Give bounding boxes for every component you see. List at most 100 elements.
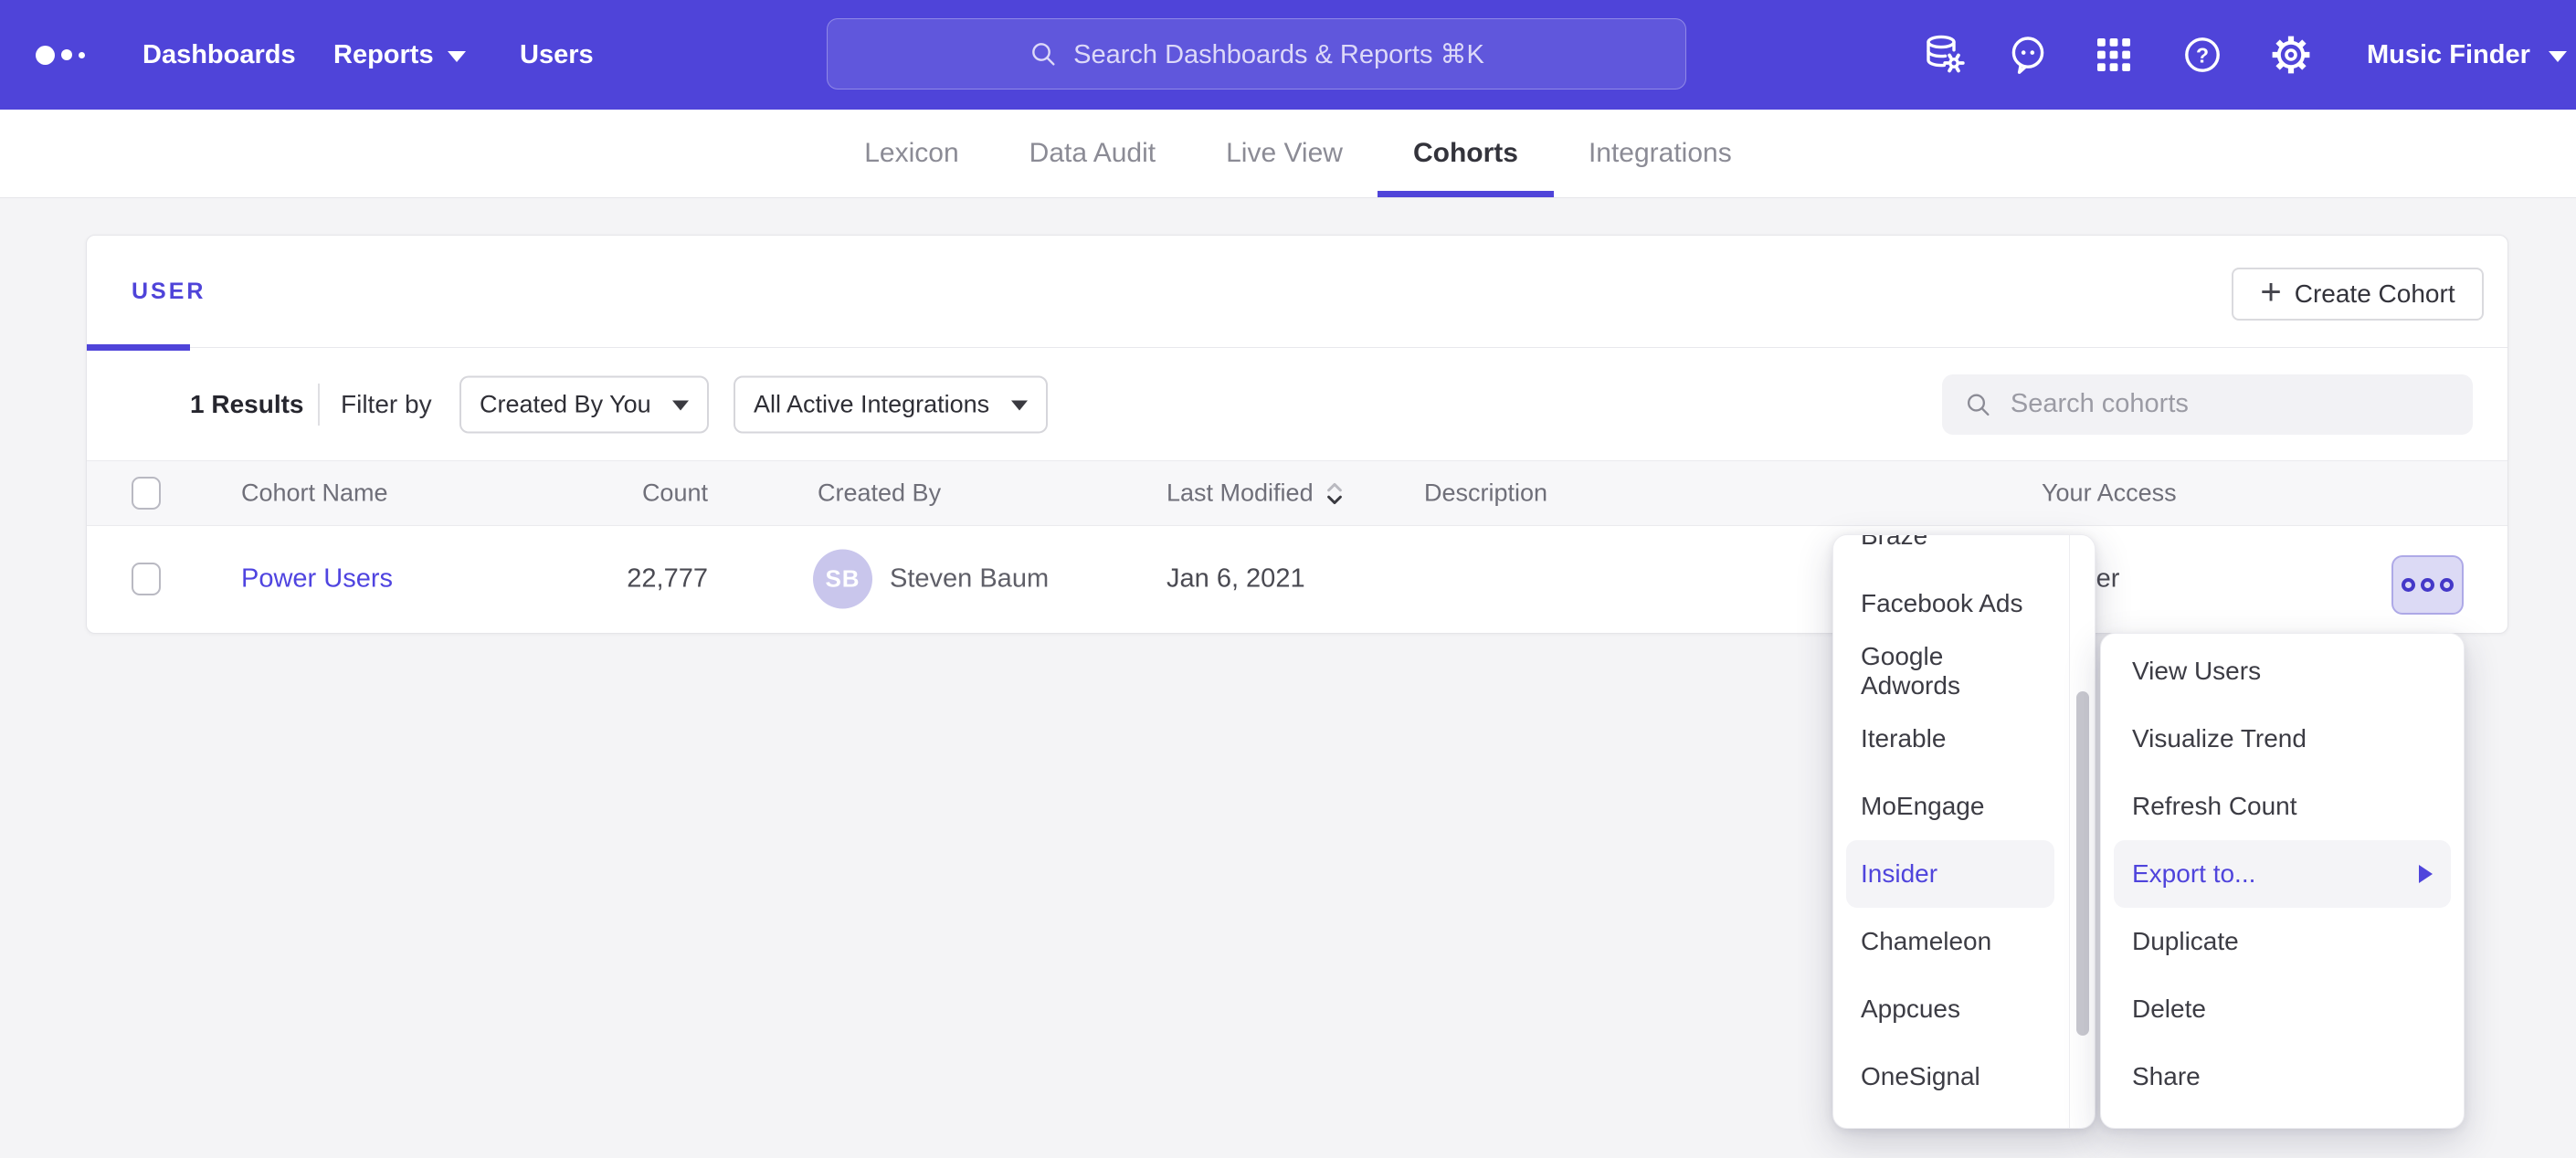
submenu-item-label: MoEngage bbox=[1861, 792, 1984, 821]
mixpanel-logo-icon[interactable] bbox=[36, 0, 85, 110]
search-cohorts-box bbox=[1942, 374, 2473, 435]
column-cohort-name: Cohort Name bbox=[241, 479, 388, 508]
cohort-row-power-users: Power Users 22,777 SB Steven Baum Jan 6,… bbox=[87, 526, 2507, 632]
tab-cohorts[interactable]: Cohorts bbox=[1413, 110, 1518, 197]
nav-dashboards-label: Dashboards bbox=[143, 40, 296, 70]
search-icon bbox=[1964, 389, 1992, 420]
chevron-down-icon bbox=[1011, 401, 1028, 411]
logo-dot-small bbox=[79, 52, 85, 58]
menu-item-share[interactable]: Share bbox=[2114, 1043, 2451, 1111]
submenu-item-moengage[interactable]: MoEngage bbox=[1846, 773, 2054, 840]
submenu-item-label: Google Adwords bbox=[1861, 642, 2040, 700]
submenu-item-insider[interactable]: Insider bbox=[1846, 840, 2054, 908]
global-search-bar[interactable]: Search Dashboards & Reports ⌘K bbox=[827, 18, 1686, 89]
menu-item-label: Delete bbox=[2132, 995, 2206, 1024]
export-destination-submenu: Braze Facebook Ads Google Adwords Iterab… bbox=[1832, 534, 2096, 1129]
creator-avatar: SB bbox=[813, 550, 872, 609]
cohort-type-tabs: USER + Create Cohort bbox=[87, 236, 2507, 348]
submenu-item-label: Insider bbox=[1861, 859, 1937, 889]
data-settings-icon[interactable] bbox=[1920, 31, 1968, 79]
nav-reports-label: Reports bbox=[333, 40, 434, 70]
column-last-modified[interactable]: Last Modified bbox=[1167, 479, 1345, 508]
menu-item-delete[interactable]: Delete bbox=[2114, 975, 2451, 1043]
tab-live-view[interactable]: Live View bbox=[1226, 110, 1343, 197]
integrations-filter-value: All Active Integrations bbox=[754, 390, 989, 418]
cohort-actions-menu: View Users Visualize Trend Refresh Count… bbox=[2100, 633, 2465, 1129]
menu-item-export-to[interactable]: Export to... bbox=[2114, 840, 2451, 908]
menu-item-label: View Users bbox=[2132, 657, 2261, 686]
search-icon bbox=[1029, 39, 1058, 68]
row-actions-button[interactable] bbox=[2391, 555, 2464, 615]
sort-icon bbox=[1325, 479, 1345, 507]
plus-icon: + bbox=[2260, 274, 2281, 311]
nav-users[interactable]: Users bbox=[520, 0, 594, 110]
global-search-placeholder: Search Dashboards & Reports ⌘K bbox=[1073, 38, 1484, 70]
create-cohort-label: Create Cohort bbox=[2295, 279, 2455, 309]
submenu-item-braze[interactable]: Braze bbox=[1846, 534, 2054, 570]
menu-item-visualize-trend[interactable]: Visualize Trend bbox=[2114, 705, 2451, 773]
column-last-modified-label: Last Modified bbox=[1167, 479, 1314, 508]
nav-users-label: Users bbox=[520, 40, 594, 70]
chevron-down-icon bbox=[672, 401, 689, 411]
column-count: Count bbox=[544, 479, 708, 508]
export-destination-list: Braze Facebook Ads Google Adwords Iterab… bbox=[1833, 534, 2071, 1111]
ellipsis-circle-icon bbox=[2440, 578, 2454, 592]
nav-dashboards[interactable]: Dashboards bbox=[143, 0, 296, 110]
results-count: 1 Results bbox=[190, 390, 304, 419]
cohorts-card: USER + Create Cohort 1 Results Filter by… bbox=[86, 235, 2508, 634]
submenu-item-label: Braze bbox=[1861, 534, 1927, 551]
menu-item-refresh-count[interactable]: Refresh Count bbox=[2114, 773, 2451, 840]
submenu-item-appcues[interactable]: Appcues bbox=[1846, 975, 2054, 1043]
count-cell: 22,777 bbox=[544, 564, 708, 595]
submenu-item-label: Chameleon bbox=[1861, 927, 1991, 956]
ellipsis-circle-icon bbox=[2402, 578, 2415, 592]
submenu-item-label: Facebook Ads bbox=[1861, 589, 2022, 618]
integrations-filter-dropdown[interactable]: All Active Integrations bbox=[734, 375, 1048, 433]
filter-toolbar: 1 Results Filter by Created By You All A… bbox=[87, 348, 2507, 460]
submenu-item-label: Appcues bbox=[1861, 995, 1960, 1024]
nav-reports[interactable]: Reports bbox=[333, 0, 466, 110]
settings-icon[interactable] bbox=[2267, 31, 2315, 79]
project-selector[interactable]: Music Finder bbox=[2367, 0, 2567, 110]
logo-dot-medium bbox=[61, 49, 72, 60]
logo-dot-large bbox=[36, 46, 55, 65]
row-checkbox[interactable] bbox=[132, 563, 161, 595]
chevron-down-icon bbox=[2549, 51, 2567, 62]
column-created-by: Created By bbox=[818, 479, 941, 508]
cohort-name-link[interactable]: Power Users bbox=[241, 564, 393, 595]
menu-item-duplicate[interactable]: Duplicate bbox=[2114, 908, 2451, 975]
tab-user-cohorts[interactable]: USER bbox=[132, 236, 206, 347]
chevron-down-icon bbox=[448, 51, 466, 62]
divider bbox=[318, 384, 320, 426]
create-cohort-button[interactable]: + Create Cohort bbox=[2232, 268, 2484, 321]
help-icon[interactable]: ? bbox=[2179, 31, 2226, 79]
submenu-item-label: Iterable bbox=[1861, 724, 1946, 753]
cohorts-table-header: Cohort Name Count Created By Last Modifi… bbox=[87, 460, 2507, 526]
submenu-item-iterable[interactable]: Iterable bbox=[1846, 705, 2054, 773]
project-name: Music Finder bbox=[2367, 40, 2530, 70]
submenu-item-onesignal[interactable]: OneSignal bbox=[1846, 1043, 2054, 1111]
tab-integrations[interactable]: Integrations bbox=[1589, 110, 1732, 197]
search-cohorts-input[interactable] bbox=[2009, 388, 2451, 420]
column-description: Description bbox=[1424, 479, 1547, 508]
menu-item-label: Duplicate bbox=[2132, 927, 2239, 956]
submenu-item-google-adwords[interactable]: Google Adwords bbox=[1846, 637, 2054, 705]
cohorts-page: Dashboards Reports Users Search Dashboar… bbox=[0, 0, 2576, 1158]
submenu-item-chameleon[interactable]: Chameleon bbox=[1846, 908, 2054, 975]
created-by-filter-dropdown[interactable]: Created By You bbox=[459, 375, 709, 433]
select-all-checkbox[interactable] bbox=[132, 477, 161, 510]
menu-item-view-users[interactable]: View Users bbox=[2114, 637, 2451, 705]
tab-lexicon[interactable]: Lexicon bbox=[864, 110, 958, 197]
submenu-scrollbar-thumb[interactable] bbox=[2076, 691, 2089, 1036]
submenu-arrow-icon bbox=[2419, 865, 2433, 883]
ellipsis-circle-icon bbox=[2421, 578, 2434, 592]
submenu-item-facebook-ads[interactable]: Facebook Ads bbox=[1846, 570, 2054, 637]
tab-data-audit[interactable]: Data Audit bbox=[1029, 110, 1156, 197]
created-by-filter-value: Created By You bbox=[480, 390, 651, 418]
feedback-icon[interactable] bbox=[2004, 31, 2052, 79]
submenu-item-label: OneSignal bbox=[1861, 1062, 1980, 1091]
filter-by-label: Filter by bbox=[341, 390, 432, 419]
section-tabs: Lexicon Data Audit Live View Cohorts Int… bbox=[0, 110, 2576, 198]
creator-name: Steven Baum bbox=[890, 564, 1049, 595]
apps-grid-icon[interactable] bbox=[2090, 31, 2138, 79]
